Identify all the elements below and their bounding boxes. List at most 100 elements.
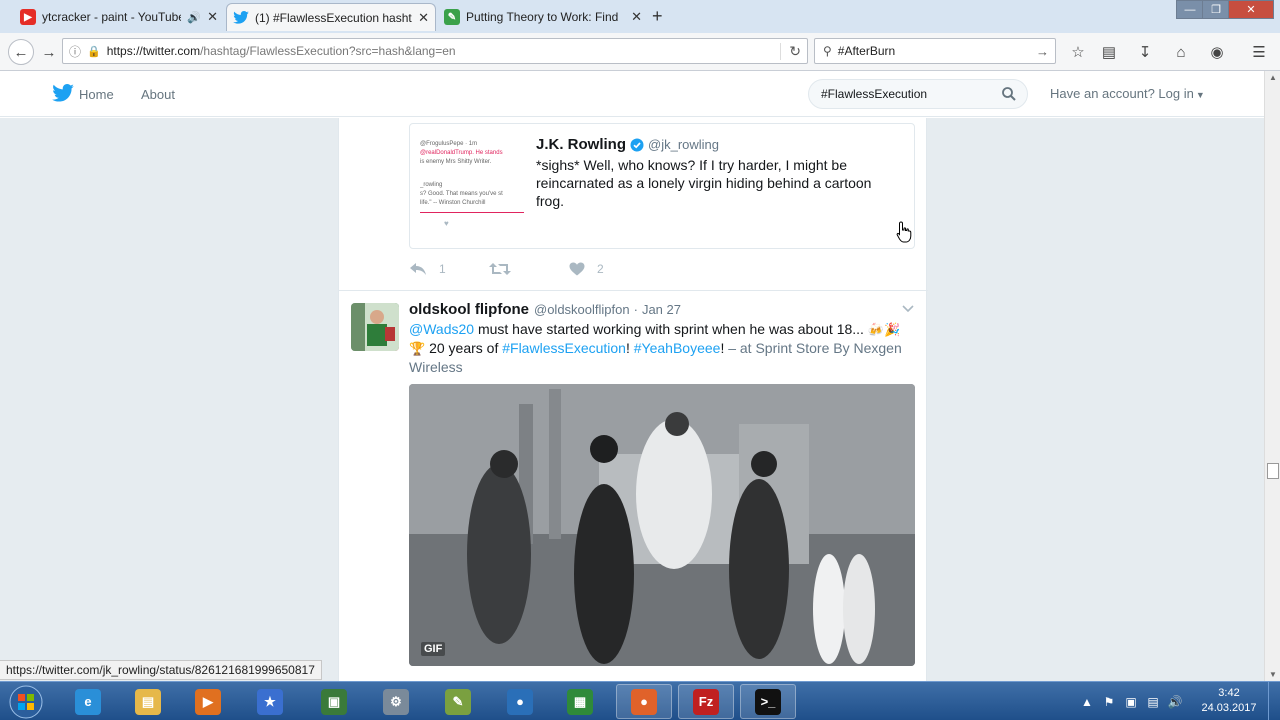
- author-handle[interactable]: @oldskoolflipfon: [534, 302, 630, 317]
- taskbar-file-explorer[interactable]: ▤: [120, 684, 176, 719]
- taskbar-app-monitor[interactable]: ▣: [306, 684, 362, 719]
- taskbar-internet-explorer[interactable]: e: [60, 684, 116, 719]
- hand-cursor-icon: [896, 221, 912, 243]
- caret-down-icon: ▼: [1195, 90, 1205, 100]
- tab-title: Putting Theory to Work: Find: [466, 10, 619, 24]
- tweet-text-part: !: [625, 340, 634, 356]
- url-host: https://twitter.com: [106, 44, 201, 58]
- search-icon[interactable]: [1001, 86, 1017, 102]
- avatar[interactable]: [351, 303, 399, 351]
- lock-icon[interactable]: 🔒: [87, 45, 101, 58]
- chevron-down-icon[interactable]: [902, 305, 914, 313]
- login-label: Have an account? Log in: [1050, 86, 1194, 101]
- status-url: https://twitter.com/jk_rowling/status/82…: [6, 663, 315, 677]
- nav-home-link[interactable]: Home: [79, 87, 114, 102]
- taskbar-app-globe[interactable]: ●: [492, 684, 548, 719]
- minimize-icon[interactable]: —: [1176, 0, 1204, 19]
- mention-link[interactable]: @Wads20: [409, 321, 474, 337]
- taskbar-command-prompt[interactable]: >_: [740, 684, 796, 719]
- start-button[interactable]: [4, 683, 48, 720]
- tab-putting-theory[interactable]: ✎ Putting Theory to Work: Find ✕: [438, 3, 648, 31]
- nav-about-link[interactable]: About: [141, 87, 175, 102]
- status-url-bar: https://twitter.com/jk_rowling/status/82…: [0, 660, 322, 680]
- search-icon: ⚲: [823, 44, 832, 58]
- home-icon[interactable]: ⌂: [1170, 41, 1192, 63]
- scroll-thumb[interactable]: [1267, 463, 1279, 479]
- system-clock[interactable]: 3:42 24.03.2017: [1196, 686, 1262, 716]
- network-icon[interactable]: ▤: [1142, 692, 1164, 712]
- tab-youtube[interactable]: ▶ ytcracker - paint - YouTube 🔊 ✕: [14, 3, 224, 31]
- gif-badge: GIF: [421, 642, 446, 656]
- browser-search-input[interactable]: ⚲ #AfterBurn →: [814, 38, 1056, 64]
- windows-taskbar: e ▤ ▶ ★ ▣ ⚙ ✎ ● ▦ ● Fz >_ ▲ ⚑ ▣ ▤ 🔊 3:42 24.03.2017: [0, 681, 1280, 720]
- info-icon[interactable]: ⓘ: [69, 43, 81, 60]
- scroll-down-icon[interactable]: ▼: [1269, 670, 1277, 679]
- close-icon[interactable]: ✕: [631, 9, 642, 25]
- speaker-icon[interactable]: 🔊: [187, 11, 201, 24]
- go-arrow-icon[interactable]: →: [1036, 44, 1049, 59]
- tweet-text: @Wads20 must have started working with s…: [409, 320, 914, 376]
- settings-gears-icon: ⚙: [383, 688, 409, 715]
- tab-title: (1) #FlawlessExecution hashtag: [255, 10, 413, 25]
- tweet-text-part: must have started working with sprint wh…: [474, 321, 864, 337]
- reload-icon[interactable]: ↻: [780, 42, 801, 60]
- taskbar-media-player[interactable]: ▶: [180, 684, 236, 719]
- timeline: @FrogulusPepe · 1m @realDonaldTrump. He …: [338, 118, 928, 681]
- taskbar-filezilla[interactable]: Fz: [678, 684, 734, 719]
- filezilla-icon: Fz: [693, 688, 719, 715]
- hashtag-link[interactable]: #YeahBoyeee: [634, 340, 721, 356]
- quoted-tweet-text: *sighs* Well, who knows? If I try harder…: [536, 157, 872, 209]
- back-icon[interactable]: ←: [8, 39, 34, 65]
- quoted-tweet-author[interactable]: J.K. Rowling @jk_rowling: [536, 136, 719, 153]
- quoted-tweet-card[interactable]: @FrogulusPepe · 1m @realDonaldTrump. He …: [409, 123, 915, 249]
- gif-image: [409, 384, 915, 666]
- separator-dot: ·: [633, 302, 638, 317]
- login-dropdown[interactable]: Have an account? Log in ▼: [1050, 86, 1205, 101]
- taskbar-settings-gears[interactable]: ⚙: [368, 684, 424, 719]
- reading-list-icon[interactable]: ▤: [1098, 41, 1120, 63]
- download-icon[interactable]: ↧: [1134, 41, 1156, 63]
- browser-search-value: #AfterBurn: [837, 44, 896, 58]
- notepad-icon: ✎: [445, 688, 471, 715]
- gif-media[interactable]: GIF: [409, 384, 915, 666]
- retweet-button[interactable]: [489, 262, 523, 276]
- forward-icon[interactable]: →: [36, 39, 62, 65]
- maximize-icon[interactable]: ❐: [1202, 0, 1230, 19]
- close-icon[interactable]: ✕: [207, 9, 218, 25]
- tweet-timestamp[interactable]: Jan 27: [642, 302, 681, 317]
- taskbar-notepad[interactable]: ✎: [430, 684, 486, 719]
- show-desktop-button[interactable]: [1268, 682, 1280, 720]
- bookmark-star-icon[interactable]: ☆: [1067, 41, 1089, 63]
- page-scrollbar[interactable]: ▲ ▼: [1264, 71, 1280, 681]
- twitter-logo-icon[interactable]: [52, 84, 74, 102]
- tweet-text-part: 20 years of: [425, 340, 503, 356]
- tweet[interactable]: oldskool flipfone @oldskoolflipfon · Jan…: [339, 291, 928, 681]
- taskbar-firefox[interactable]: ●: [616, 684, 672, 719]
- twitter-header: Home About #FlawlessExecution Have an ac…: [0, 71, 1264, 117]
- retweet-icon: [489, 263, 511, 275]
- taskbar-app-swirl[interactable]: ★: [242, 684, 298, 719]
- thumb-line: life." -- Winston Churchill: [420, 200, 486, 206]
- volume-icon[interactable]: 🔊: [1164, 692, 1186, 712]
- thumb-line: is enemy Mrs Shitty Writer.: [420, 159, 492, 165]
- close-icon[interactable]: ✕: [418, 10, 429, 26]
- window-close-icon[interactable]: ✕: [1228, 0, 1274, 19]
- show-hidden-icons-icon[interactable]: ▲: [1076, 692, 1098, 712]
- youtube-icon: ▶: [20, 9, 36, 25]
- twitter-search-input[interactable]: #FlawlessExecution: [808, 79, 1028, 109]
- action-center-icon[interactable]: ⚑: [1098, 692, 1120, 712]
- hashtag-link[interactable]: #FlawlessExecution: [502, 340, 626, 356]
- like-button[interactable]: 2: [569, 262, 604, 276]
- tab-flawless-execution[interactable]: (1) #FlawlessExecution hashtag ✕: [226, 3, 436, 31]
- menu-icon[interactable]: ☰: [1248, 41, 1270, 63]
- author-name[interactable]: oldskool flipfone: [409, 301, 529, 318]
- page-background: @FrogulusPepe · 1m @realDonaldTrump. He …: [0, 118, 1264, 681]
- url-bar[interactable]: ⓘ 🔒 https://twitter.com/hashtag/Flawless…: [62, 38, 808, 64]
- reply-button[interactable]: 1: [409, 262, 446, 276]
- pocket-icon[interactable]: ◉: [1206, 41, 1228, 63]
- device-icon[interactable]: ▣: [1120, 692, 1142, 712]
- new-tab-icon[interactable]: +: [652, 6, 663, 27]
- quoted-tweet-thumbnail[interactable]: @FrogulusPepe · 1m @realDonaldTrump. He …: [420, 134, 524, 242]
- taskbar-spreadsheet[interactable]: ▦: [552, 684, 608, 719]
- scroll-up-icon[interactable]: ▲: [1269, 73, 1277, 82]
